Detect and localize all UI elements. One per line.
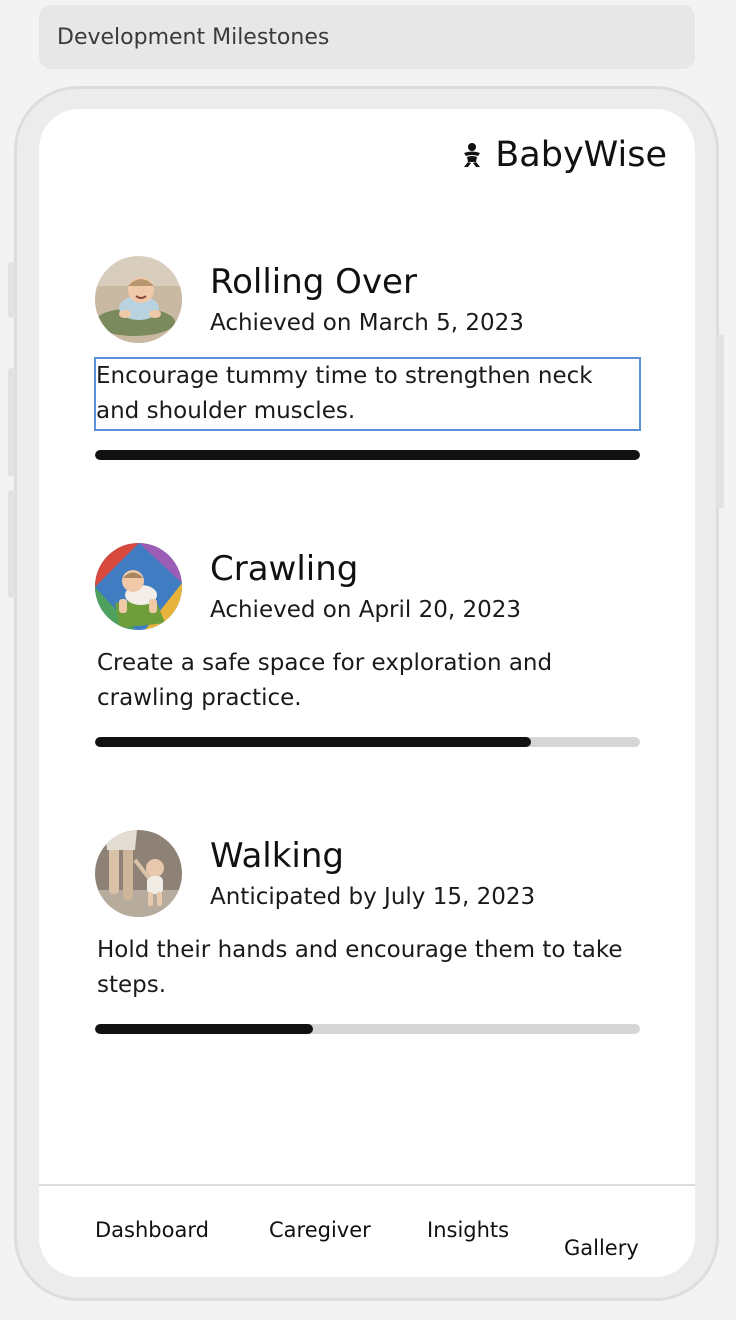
milestone-title: Rolling Over [210, 262, 417, 302]
milestone-progress-fill [95, 1024, 313, 1034]
milestone-date: Achieved on April 20, 2023 [210, 597, 522, 623]
nav-item-gallery[interactable]: Gallery [564, 1236, 639, 1260]
side-button-right [717, 334, 724, 508]
nav-item-dashboard[interactable]: Dashboard [95, 1218, 209, 1242]
milestone-card[interactable]: Rolling Over Achieved on March 5, 2023 E… [94, 256, 641, 466]
milestone-tip[interactable]: Encourage tummy time to strengthen neck … [94, 357, 641, 431]
milestone-date: Achieved on March 5, 2023 [210, 310, 524, 336]
milestone-avatar [95, 256, 182, 343]
side-button-left-top [8, 262, 15, 318]
milestone-progress-fill [95, 450, 640, 460]
baby-rolling-photo [95, 256, 182, 343]
app-screen: BabyWise Rolling Over Achieved on March … [39, 109, 695, 1277]
bottom-nav: Dashboard Caregiver Insights Gallery [39, 1184, 695, 1277]
brand-header[interactable]: BabyWise [461, 135, 667, 175]
milestone-tip[interactable]: Hold their hands and encourage them to t… [95, 931, 640, 1005]
nav-item-insights[interactable]: Insights [427, 1218, 509, 1242]
baby-icon [464, 143, 481, 167]
nav-item-caregiver[interactable]: Caregiver [269, 1218, 371, 1242]
baby-walking-photo [95, 830, 182, 917]
side-button-left-middle [8, 368, 15, 476]
milestone-date: Anticipated by July 15, 2023 [210, 884, 536, 910]
milestone-progress-bar [95, 450, 640, 460]
milestone-progress-fill [95, 737, 531, 747]
milestone-card[interactable]: Crawling Achieved on April 20, 2023 Crea… [95, 543, 640, 753]
milestone-card[interactable]: Walking Anticipated by July 15, 2023 Hol… [95, 830, 640, 1040]
milestone-tip[interactable]: Create a safe space for exploration and … [95, 644, 640, 718]
milestone-title: Crawling [210, 549, 359, 589]
milestone-progress-bar [95, 1024, 640, 1034]
milestone-title: Walking [210, 836, 344, 876]
window-title-bar: Development Milestones [39, 5, 695, 69]
milestone-progress-bar [95, 737, 640, 747]
window-title: Development Milestones [57, 24, 330, 50]
milestone-avatar [95, 543, 182, 630]
side-button-left-bottom [8, 490, 15, 598]
baby-crawling-photo [95, 543, 182, 630]
brand-name: BabyWise [495, 135, 667, 175]
milestone-avatar [95, 830, 182, 917]
